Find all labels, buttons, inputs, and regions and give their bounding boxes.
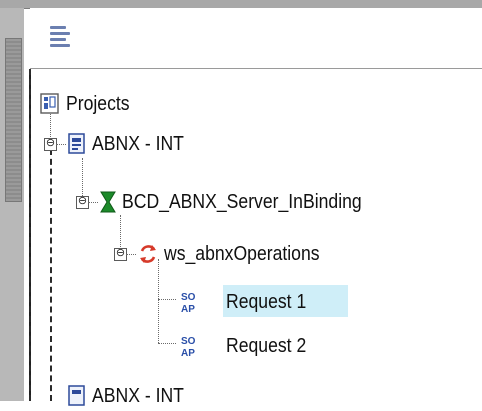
- binding-icon: [100, 191, 116, 213]
- tree-node-project[interactable]: ⊖ ABNX - INT: [44, 129, 196, 159]
- svg-text:AP: AP: [181, 304, 195, 314]
- request-2-label: Request 2: [226, 334, 307, 357]
- tree-node-project-2[interactable]: ABNX - INT: [44, 381, 196, 411]
- projects-label: Projects: [66, 92, 130, 115]
- left-side-panel: [0, 8, 24, 401]
- project-tree: Projects ⊖ ABNX - INT ⊖ BCD_ABNX_Server_…: [29, 69, 482, 407]
- tree-node-request-1[interactable]: SO AP Request 1: [180, 287, 317, 317]
- request-1-label: Request 1: [226, 290, 307, 313]
- collapse-all-icon[interactable]: [50, 24, 70, 48]
- svg-text:SO: SO: [181, 292, 196, 303]
- tree-node-binding[interactable]: ⊖ BCD_ABNX_Server_InBinding: [76, 187, 394, 217]
- operations-label: ws_abnxOperations: [164, 242, 320, 265]
- tree-node-operations[interactable]: ⊖ ws_abnxOperations: [114, 239, 341, 269]
- binding-label: BCD_ABNX_Server_InBinding: [122, 190, 362, 213]
- project-icon: [68, 385, 85, 406]
- svg-text:AP: AP: [181, 348, 195, 358]
- side-tab[interactable]: [5, 38, 22, 202]
- project-icon: [68, 133, 85, 154]
- operations-icon: [140, 245, 156, 263]
- project-label: ABNX - INT: [92, 132, 184, 155]
- project-2-label: ABNX - INT: [92, 384, 184, 407]
- projects-icon: [40, 93, 59, 114]
- soap-request-icon: SO AP: [181, 336, 196, 358]
- tree-node-projects[interactable]: Projects: [40, 89, 138, 119]
- soap-request-icon: SO AP: [181, 292, 196, 314]
- tree-node-request-2[interactable]: SO AP Request 2: [180, 331, 317, 361]
- toolbar: [30, 8, 482, 69]
- svg-text:SO: SO: [181, 336, 196, 347]
